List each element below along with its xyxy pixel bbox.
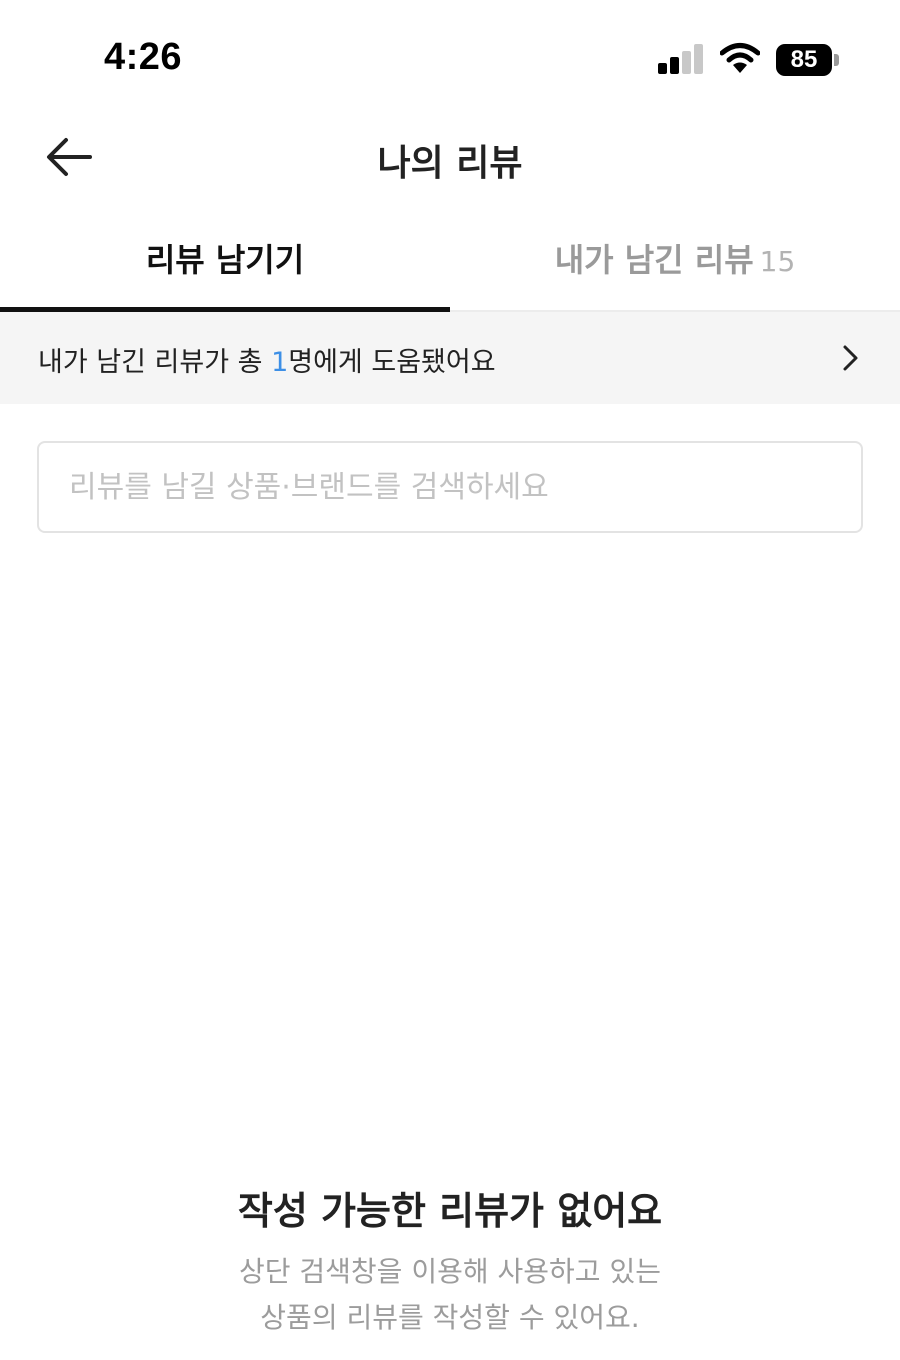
empty-state: 작성 가능한 리뷰가 없어요 상단 검색창을 이용해 사용하고 있는 상품의 리… bbox=[0, 1180, 900, 1341]
battery-indicator: 85 bbox=[776, 44, 840, 76]
chevron-right-icon bbox=[843, 345, 858, 371]
empty-state-line: 상품의 리뷰를 작성할 수 있어요. bbox=[260, 1301, 640, 1334]
helped-text: 내가 남긴 리뷰가 총 1명에게 도움됐어요 bbox=[38, 340, 496, 379]
tab-bar: 리뷰 남기기 내가 남긴 리뷰 15 bbox=[0, 214, 900, 312]
status-time: 4:26 bbox=[104, 36, 183, 78]
helped-banner[interactable]: 내가 남긴 리뷰가 총 1명에게 도움됐어요 bbox=[0, 312, 900, 404]
helped-count: 1 bbox=[271, 347, 289, 378]
header: 나의 리뷰 bbox=[0, 110, 900, 206]
page-title: 나의 리뷰 bbox=[377, 143, 523, 184]
wifi-icon bbox=[720, 43, 760, 73]
tab-write-review[interactable]: 리뷰 남기기 bbox=[0, 214, 450, 310]
search-input[interactable] bbox=[37, 441, 863, 533]
helped-prefix: 내가 남긴 리뷰가 총 bbox=[38, 347, 272, 378]
helped-suffix: 명에게 도움됐어요 bbox=[288, 347, 496, 378]
empty-state-title: 작성 가능한 리뷰가 없어요 bbox=[237, 1189, 663, 1233]
battery-level: 85 bbox=[776, 44, 832, 76]
signal-icon bbox=[658, 44, 704, 74]
tab-my-reviews[interactable]: 내가 남긴 리뷰 15 bbox=[450, 214, 900, 310]
tab-count: 15 bbox=[759, 245, 796, 278]
status-bar: 4:26 85 bbox=[0, 0, 900, 110]
empty-state-description: 상단 검색창을 이용해 사용하고 있는 상품의 리뷰를 작성할 수 있어요. bbox=[0, 1249, 900, 1341]
tab-label: 리뷰 남기기 bbox=[145, 241, 305, 279]
battery-cap bbox=[834, 54, 839, 66]
empty-state-line: 상단 검색창을 이용해 사용하고 있는 bbox=[238, 1255, 661, 1288]
tab-label: 내가 남긴 리뷰 bbox=[554, 241, 754, 279]
